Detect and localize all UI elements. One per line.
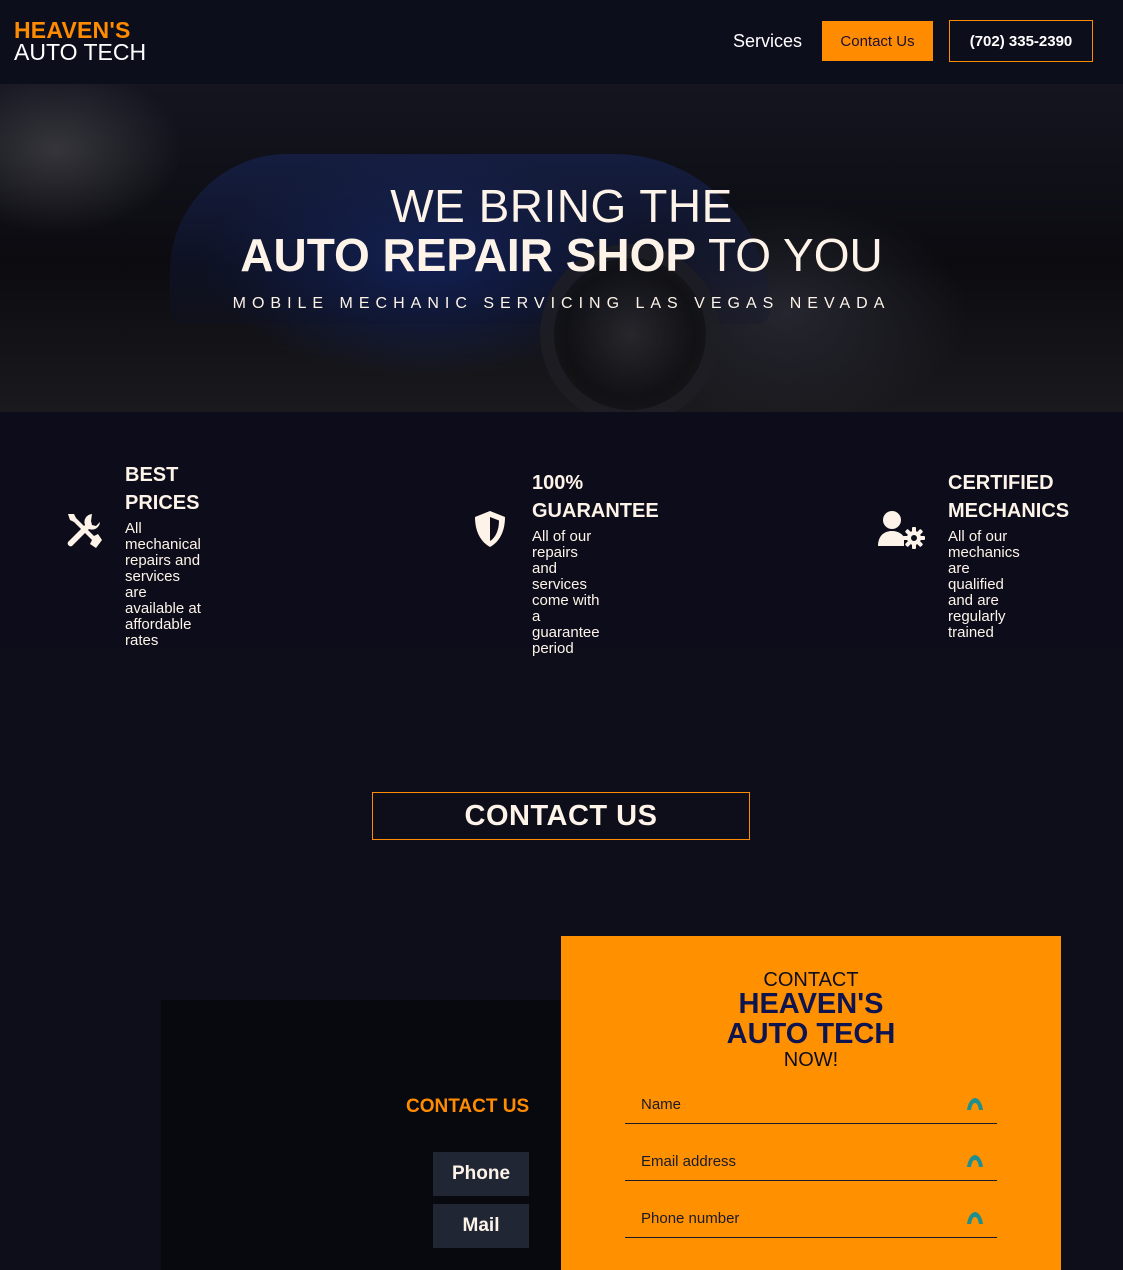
hero-heading-thin: TO YOU	[696, 229, 883, 281]
logo-top-text: HEAVEN'S	[14, 17, 131, 43]
logo-bottom-text: AUTO TECH	[14, 39, 147, 65]
site-header: HEAVEN'S AUTO TECH Services Contact Us (…	[0, 0, 1123, 84]
mail-button[interactable]: Mail	[433, 1204, 529, 1248]
autofill-icon[interactable]	[965, 1151, 985, 1171]
shield-icon	[475, 511, 505, 547]
contact-info-title: CONTACT US	[406, 1096, 530, 1117]
tools-icon	[67, 514, 102, 548]
contact-us-heading: CONTACT US	[372, 792, 750, 840]
name-input[interactable]	[625, 1086, 945, 1123]
email-field	[625, 1143, 997, 1181]
feature-title: BEST PRICES	[125, 464, 200, 514]
nav-services-link[interactable]: Services	[733, 31, 802, 52]
hero-heading-bold: AUTO REPAIR SHOP	[240, 229, 697, 281]
phone-button[interactable]: Phone	[433, 1152, 529, 1196]
form-heading-brand: HEAVEN'S AUTO TECH	[726, 988, 896, 1050]
phone-input[interactable]	[625, 1200, 945, 1237]
hero-heading-line1: WE BRING THE	[390, 180, 733, 232]
form-heading-post: NOW!	[783, 1049, 839, 1071]
autofill-icon[interactable]	[965, 1208, 985, 1228]
feature-title: 100% GUARANTEE	[532, 472, 659, 522]
phone-field	[625, 1200, 997, 1238]
contact-us-button[interactable]: Contact Us	[822, 21, 933, 61]
hero-subtitle: MOBILE MECHANIC SERVICING LAS VEGAS NEVA…	[232, 295, 891, 312]
features-section: BEST PRICES All mechanical repairs and serv…	[0, 412, 1123, 657]
feature-description: All of our repairs and services come with …	[532, 528, 600, 657]
phone-number-button[interactable]: (702) 335-2390	[949, 20, 1093, 62]
autofill-icon[interactable]	[965, 1094, 985, 1114]
contact-form-card: CONTACT HEAVEN'S AUTO TECH NOW!	[561, 936, 1061, 1270]
hero-heading-line2: AUTO REPAIR SHOP TO YOU	[0, 228, 1123, 282]
name-field	[625, 1086, 997, 1124]
feature-description: All of our mechanics are qualified and are…	[948, 528, 1020, 641]
site-logo[interactable]: HEAVEN'S AUTO TECH	[14, 17, 147, 65]
email-input[interactable]	[625, 1143, 945, 1180]
feature-description: All mechanical repairs and services are ava…	[125, 520, 201, 649]
user-gear-icon	[878, 511, 925, 549]
feature-title: CERTIFIED MECHANICS	[948, 472, 1070, 522]
